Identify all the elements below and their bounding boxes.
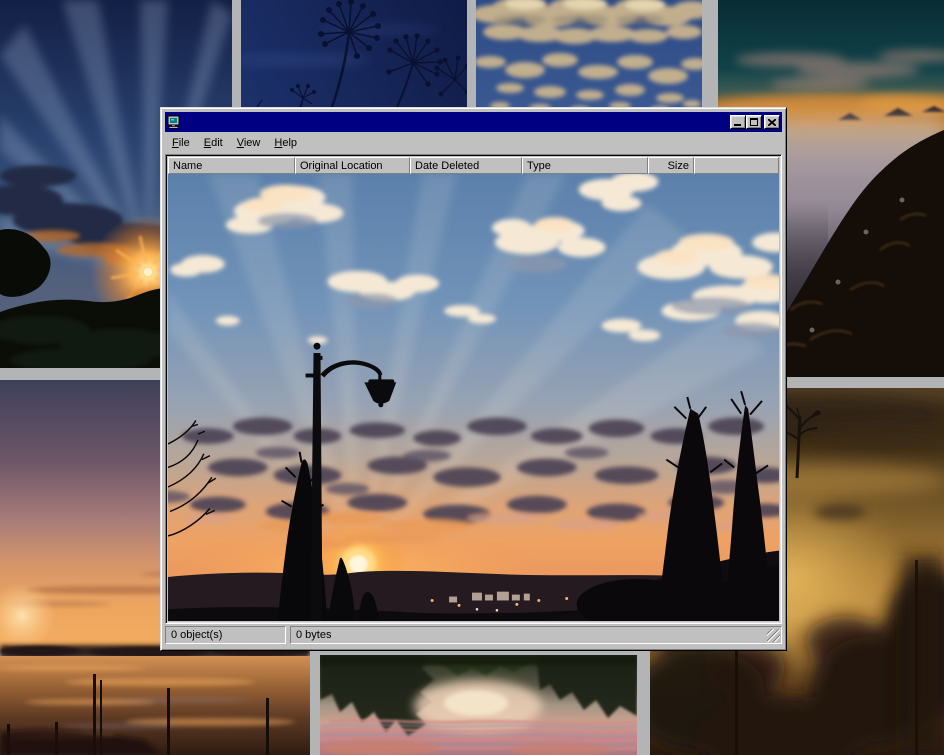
menu-item-file-label: ile bbox=[179, 137, 190, 149]
menu-item-view[interactable]: View bbox=[230, 135, 268, 152]
column-header-row: Name Original Location Date Deleted Type… bbox=[168, 157, 779, 174]
window-controls bbox=[730, 115, 780, 129]
desktop: File Edit View Help Name Original Locati… bbox=[0, 0, 944, 755]
menu-item-file[interactable]: File bbox=[165, 135, 197, 152]
close-icon bbox=[768, 119, 776, 126]
menu-bar: File Edit View Help bbox=[165, 132, 782, 154]
list-view[interactable] bbox=[168, 174, 779, 621]
recycle-bin-window: File Edit View Help Name Original Locati… bbox=[160, 107, 787, 651]
menu-item-file-accel: F bbox=[172, 137, 179, 149]
close-button[interactable] bbox=[764, 115, 780, 129]
maximize-button[interactable] bbox=[746, 115, 762, 129]
column-header-type[interactable]: Type bbox=[522, 157, 648, 174]
status-bytes-text: 0 bytes bbox=[296, 629, 331, 641]
list-view-frame: Name Original Location Date Deleted Type… bbox=[165, 154, 782, 624]
status-bar: 0 object(s) 0 bytes bbox=[165, 624, 782, 646]
menu-item-view-accel: V bbox=[237, 137, 244, 149]
menu-item-edit-accel: E bbox=[204, 137, 211, 149]
minimize-icon bbox=[734, 124, 741, 126]
minimize-button[interactable] bbox=[730, 115, 746, 129]
column-header-blank[interactable] bbox=[694, 157, 779, 174]
column-header-original-location[interactable]: Original Location bbox=[295, 157, 410, 174]
status-objects: 0 object(s) bbox=[165, 626, 286, 644]
menu-item-help-label: elp bbox=[282, 137, 297, 149]
column-header-name[interactable]: Name bbox=[168, 157, 295, 174]
menu-item-edit-label: dit bbox=[211, 137, 223, 149]
resize-grip[interactable] bbox=[767, 629, 780, 642]
status-size: 0 bytes bbox=[290, 626, 782, 644]
column-header-date-deleted[interactable]: Date Deleted bbox=[410, 157, 522, 174]
menu-item-view-label: iew bbox=[244, 137, 261, 149]
column-header-size[interactable]: Size bbox=[648, 157, 694, 174]
menu-item-edit[interactable]: Edit bbox=[197, 135, 230, 152]
title-bar[interactable] bbox=[165, 112, 782, 132]
recycle-bin-window-icon[interactable] bbox=[167, 115, 181, 129]
maximize-icon bbox=[750, 118, 758, 126]
list-view-background-photo bbox=[168, 174, 779, 621]
background-photo-water-reflection bbox=[320, 655, 637, 755]
menu-item-help[interactable]: Help bbox=[267, 135, 304, 152]
